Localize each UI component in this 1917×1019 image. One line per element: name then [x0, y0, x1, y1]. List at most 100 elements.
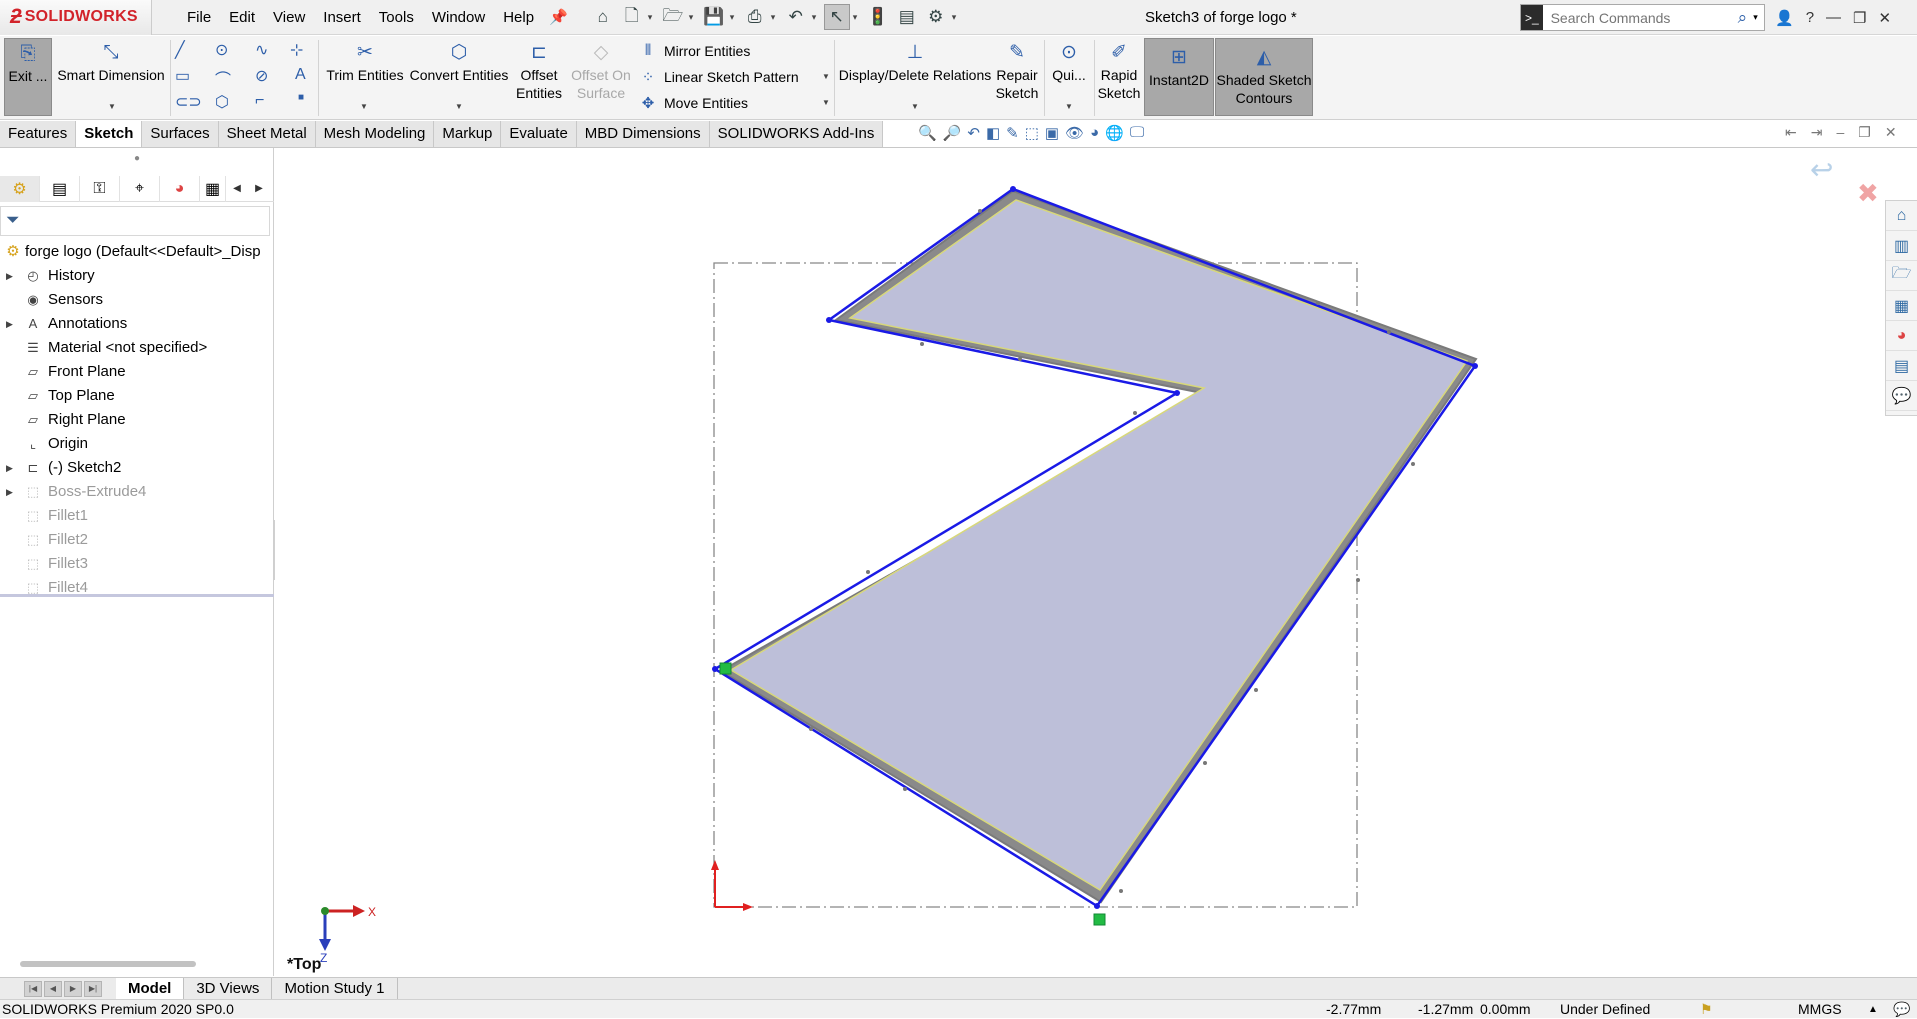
tab-mbd-dimensions[interactable]: MBD Dimensions: [576, 121, 710, 147]
tree-node[interactable]: ⬚ Fillet2: [0, 528, 274, 552]
offset-on-surface-button[interactable]: ◇ Offset On Surface: [568, 42, 634, 102]
home-icon[interactable]: ⌂: [590, 4, 616, 30]
smart-dimension-button[interactable]: ⤡ Smart Dimension: [56, 42, 166, 84]
view-palette-icon[interactable]: ▦: [1886, 291, 1917, 321]
chevron-down-icon[interactable]: ▾: [730, 12, 739, 23]
tree-node[interactable]: ▶ ⊏ (-) Sketch2: [0, 456, 274, 480]
tree-node[interactable]: ⬚ Fillet3: [0, 552, 274, 576]
tree-node[interactable]: ▶ ◴ History: [0, 264, 274, 288]
select-pointer-icon[interactable]: ↖: [823, 4, 850, 30]
tab-3d-views[interactable]: 3D Views: [184, 977, 273, 1000]
chevron-down-icon[interactable]: ▾: [771, 12, 780, 23]
repair-sketch-button[interactable]: ✎ Repair Sketch: [994, 42, 1040, 102]
convert-entities-button[interactable]: ⬡ Convert Entities: [408, 42, 510, 84]
tab-surfaces[interactable]: Surfaces: [142, 121, 219, 147]
solidworks-logo[interactable]: ƻ SOLIDWORKS: [0, 0, 152, 35]
chevron-down-icon[interactable]: ▼: [1065, 102, 1073, 111]
ellipse-icon[interactable]: ⊘: [255, 66, 268, 86]
first-tab-icon[interactable]: |◀: [24, 980, 42, 997]
feature-tree-tab-icon[interactable]: ⚙: [0, 176, 40, 202]
confirm-ok-icon[interactable]: ↩: [1810, 153, 1833, 186]
tree-node[interactable]: ☰ Material <not specified>: [0, 336, 274, 360]
file-properties-icon[interactable]: ▤: [894, 4, 920, 30]
close-icon[interactable]: ✕: [1878, 9, 1891, 27]
spline-icon[interactable]: ∿: [255, 40, 268, 60]
chevron-down-icon[interactable]: ▼: [822, 72, 830, 81]
chat-icon[interactable]: 💬: [1893, 1000, 1910, 1019]
design-library-icon[interactable]: ▥: [1886, 231, 1917, 261]
appearances-icon[interactable]: ◕: [1886, 321, 1917, 351]
restore-icon[interactable]: ❐: [1853, 9, 1866, 27]
tabs-right-arrow-icon[interactable]: ▶: [248, 176, 270, 201]
rectangle-icon[interactable]: ▭: [175, 66, 190, 86]
tab-features[interactable]: Features: [0, 121, 77, 147]
tab-markup[interactable]: Markup: [434, 121, 502, 147]
section-view-icon[interactable]: ◧: [986, 124, 1000, 142]
fillet-sketch-icon[interactable]: ⌐: [255, 92, 264, 110]
property-manager-tab-icon[interactable]: ▤: [40, 176, 80, 202]
next-tab-icon[interactable]: ▶: [64, 980, 82, 997]
search-input[interactable]: [1542, 5, 1732, 30]
chevron-down-icon[interactable]: ▼: [455, 102, 463, 111]
display-delete-relations-button[interactable]: ⊥ Display/Delete Relations: [838, 42, 992, 84]
tab-sheet-metal[interactable]: Sheet Metal: [218, 121, 316, 147]
tab-solidworks-add-ins[interactable]: SOLIDWORKS Add-Ins: [709, 121, 884, 147]
chevron-down-icon[interactable]: ▾: [812, 12, 821, 23]
viewport-minimize-icon[interactable]: –: [1836, 124, 1844, 141]
text-icon[interactable]: A: [295, 66, 306, 84]
print-icon[interactable]: ⎙: [742, 4, 768, 30]
options-gear-icon[interactable]: ⚙: [923, 4, 949, 30]
plane-small-icon[interactable]: ■: [298, 92, 304, 103]
menu-view[interactable]: View: [264, 0, 314, 35]
menu-insert[interactable]: Insert: [314, 0, 370, 35]
menu-window[interactable]: Window: [423, 0, 494, 35]
viewport-next-icon[interactable]: ⇥: [1811, 124, 1823, 141]
view-settings-icon[interactable]: 🖵: [1130, 124, 1144, 142]
prev-tab-icon[interactable]: ◀: [44, 980, 62, 997]
tab-evaluate[interactable]: Evaluate: [501, 121, 577, 147]
tree-node[interactable]: ▶ A Annotations: [0, 312, 274, 336]
user-icon[interactable]: 👤: [1775, 9, 1794, 27]
chevron-down-icon[interactable]: ▾: [689, 12, 698, 23]
search-icon[interactable]: ⌕: [1732, 8, 1754, 28]
arc-icon[interactable]: ⌒: [215, 66, 231, 90]
minimize-icon[interactable]: —: [1826, 9, 1841, 26]
zoom-to-fit-icon[interactable]: 🔍: [918, 124, 937, 142]
panel-grip-icon[interactable]: ●: [0, 148, 274, 170]
last-tab-icon[interactable]: ▶|: [84, 980, 102, 997]
viewport-restore-icon[interactable]: ❐: [1858, 124, 1871, 141]
display-manager-tab-icon[interactable]: ◕: [160, 176, 200, 202]
open-folder-icon[interactable]: 🗁: [660, 4, 686, 30]
chevron-down-icon[interactable]: ▾: [952, 12, 961, 23]
menu-edit[interactable]: Edit: [220, 0, 264, 35]
forum-icon[interactable]: 💬: [1886, 381, 1917, 411]
solidworks-resources-icon[interactable]: ⌂: [1886, 201, 1917, 231]
chevron-down-icon[interactable]: ▼: [108, 102, 116, 111]
new-document-icon[interactable]: 🗋: [619, 4, 645, 30]
rapid-sketch-button[interactable]: ✐ Rapid Sketch: [1096, 42, 1142, 102]
tree-node[interactable]: ▶ ⬚ Boss-Extrude4: [0, 480, 274, 504]
line-icon[interactable]: ╱: [175, 40, 185, 60]
hide-show-icon[interactable]: 👁: [1065, 124, 1084, 142]
save-icon[interactable]: 💾: [701, 4, 727, 30]
exit-sketch-button[interactable]: ⎘ Exit ...: [4, 38, 52, 116]
polygon-icon[interactable]: ⬡: [215, 92, 229, 112]
configuration-manager-tab-icon[interactable]: ⚿: [80, 176, 120, 202]
tree-node[interactable]: ▱ Top Plane: [0, 384, 274, 408]
scene-icon[interactable]: 🌐: [1105, 124, 1124, 142]
unit-system[interactable]: MMGS: [1798, 1000, 1842, 1019]
move-entities-button[interactable]: ✥ Move Entities: [638, 94, 748, 112]
chevron-down-icon[interactable]: ▼: [911, 102, 919, 111]
offset-entities-button[interactable]: ⊏ Offset Entities: [514, 42, 564, 102]
zoom-to-area-icon[interactable]: 🔎: [943, 124, 962, 142]
help-icon[interactable]: ?: [1806, 9, 1814, 26]
view-orientation-icon[interactable]: ⬚: [1025, 124, 1039, 142]
tree-node[interactable]: ▱ Front Plane: [0, 360, 274, 384]
chevron-down-icon[interactable]: ▾: [853, 12, 862, 23]
circle-icon[interactable]: ⊙: [215, 40, 228, 60]
tree-node[interactable]: ⌞ Origin: [0, 432, 274, 456]
feature-filter[interactable]: ⏷: [0, 206, 270, 236]
chevron-down-icon[interactable]: ▾: [1753, 12, 1764, 23]
expand-arrow-icon[interactable]: ▶: [6, 456, 13, 480]
instant2d-button[interactable]: ⊞ Instant2D: [1144, 38, 1214, 116]
